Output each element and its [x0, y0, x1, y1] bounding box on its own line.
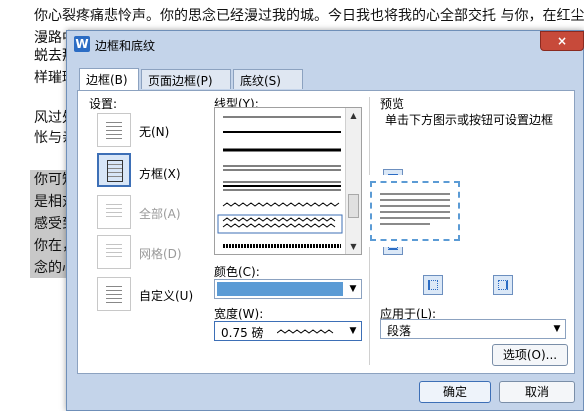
custom-border-icon[interactable] — [97, 277, 131, 311]
color-label: 颜色(C): — [214, 265, 260, 279]
right-border-button[interactable] — [493, 275, 513, 295]
preview-text-line — [380, 205, 450, 207]
setting-box-label[interactable]: 方框(X) — [139, 165, 181, 182]
dialog-title: 边框和底纹 — [95, 39, 156, 53]
border-preview[interactable] — [364, 175, 466, 247]
preview-label: 预览 — [380, 97, 405, 111]
preview-text-line — [380, 223, 430, 225]
grid-border-icon — [97, 235, 131, 269]
color-dropdown[interactable]: ▼ — [214, 279, 362, 299]
line-style-double-wave-a — [222, 217, 336, 222]
width-value: 0.75 磅 — [221, 326, 264, 340]
setting-all-label: 全部(A) — [139, 207, 181, 221]
line-style-list[interactable]: ▲ ▼ — [214, 107, 362, 255]
preview-text-line — [380, 211, 450, 213]
preview-text-line — [380, 193, 450, 195]
tab-page-border[interactable]: 页面边框(P) — [141, 69, 231, 89]
box-border-icon[interactable] — [97, 153, 131, 187]
borders-and-shading-dialog: W 边框和底纹 × 边框(B) 页面边框(P) 底纹(S) 设置: 无(N) 方… — [66, 30, 584, 411]
dialog-titlebar[interactable]: W 边框和底纹 × — [67, 31, 584, 57]
ok-button[interactable]: 确定 — [419, 381, 491, 403]
right-border-icon — [498, 280, 508, 290]
none-border-icon[interactable] — [97, 113, 131, 147]
options-button[interactable]: 选项(O)... — [492, 344, 568, 366]
line-style-scrollbar[interactable]: ▲ ▼ — [345, 108, 361, 254]
preview-text-line — [380, 199, 450, 201]
apply-to-value: 段落 — [387, 324, 412, 338]
width-dropdown[interactable]: 0.75 磅 ▼ — [214, 321, 362, 341]
tab-shading[interactable]: 底纹(S) — [233, 69, 303, 89]
width-sample-line — [277, 329, 334, 334]
scroll-up-icon[interactable]: ▲ — [346, 108, 361, 123]
setting-none-label[interactable]: 无(N) — [139, 123, 169, 140]
scroll-thumb[interactable] — [348, 194, 359, 218]
line-style-samples — [217, 116, 343, 248]
close-button[interactable]: × — [540, 31, 584, 51]
width-label: 宽度(W): — [214, 307, 264, 321]
preview-text-line — [380, 217, 450, 219]
scroll-down-icon[interactable]: ▼ — [346, 239, 361, 254]
chevron-down-icon[interactable]: ▼ — [549, 320, 565, 338]
apply-to-dropdown[interactable]: 段落 ▼ — [380, 319, 566, 339]
cancel-button[interactable]: 取消 — [499, 381, 575, 403]
line-style-double-wave-b — [222, 223, 336, 228]
all-border-icon — [97, 195, 131, 229]
chevron-down-icon[interactable]: ▼ — [345, 322, 361, 340]
left-border-button[interactable] — [423, 275, 443, 295]
color-swatch — [217, 282, 343, 296]
setting-label: 设置: — [89, 97, 118, 111]
doc-line: 你心裂疼痛悲怜声。你的思念已经漫过我的城。今日我也将我的心全部交托 与你，在红尘 — [34, 8, 584, 24]
wps-writer-icon: W — [74, 36, 90, 52]
preview-hint: 单击下方图示或按钮可设置边框 — [385, 113, 554, 127]
line-style-wave — [222, 202, 340, 207]
setting-custom-label[interactable]: 自定义(U) — [139, 287, 193, 304]
tab-borders[interactable]: 边框(B) — [79, 68, 139, 90]
left-border-icon — [428, 280, 438, 290]
setting-grid-label: 网格(D) — [139, 247, 182, 261]
chevron-down-icon[interactable]: ▼ — [345, 280, 361, 298]
